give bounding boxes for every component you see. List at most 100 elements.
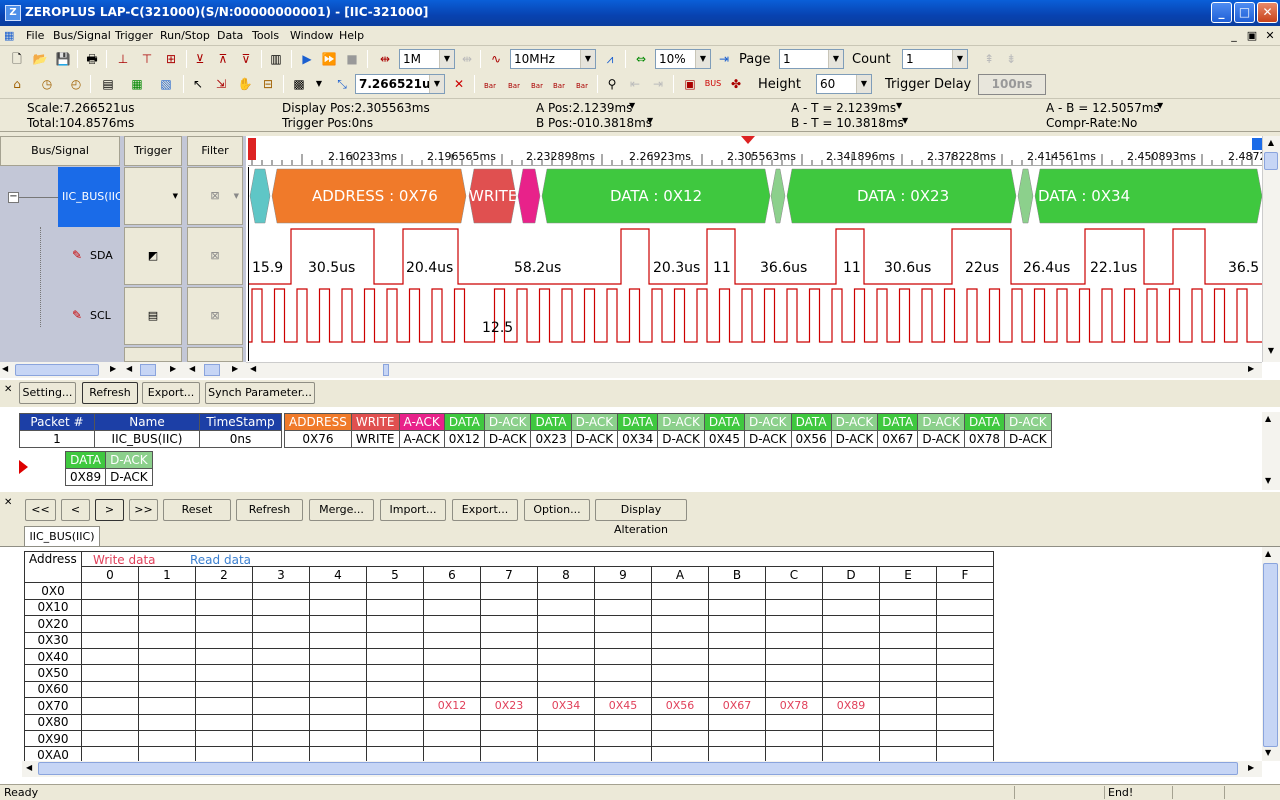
- field-header[interactable]: DATA: [443, 413, 485, 431]
- memory-depth-select[interactable]: 1M ▼: [399, 49, 455, 69]
- memory-cell[interactable]: [138, 582, 196, 600]
- scroll-left-icon[interactable]: ◀: [250, 364, 256, 373]
- memory-cell[interactable]: [423, 582, 481, 600]
- trigger-marker-icon[interactable]: [741, 136, 755, 144]
- memory-cell[interactable]: [252, 647, 310, 666]
- scroll-down-icon[interactable]: ▼: [1264, 346, 1278, 355]
- run-icon[interactable]: ▶: [298, 50, 316, 68]
- minimize-button[interactable]: _: [1211, 2, 1232, 23]
- col-trigger[interactable]: Trigger: [124, 136, 182, 166]
- col-packet-num[interactable]: Packet #: [19, 413, 95, 431]
- memory-cell[interactable]: [594, 598, 652, 617]
- b-t-text[interactable]: B - T = 10.3818ms: [791, 116, 904, 130]
- memory-cell[interactable]: [651, 713, 709, 731]
- memory-cell[interactable]: [81, 697, 139, 715]
- filter-scl-cell[interactable]: ⊠: [187, 287, 243, 345]
- memory-cell[interactable]: 0X56: [651, 697, 709, 715]
- field-value[interactable]: 0X45: [703, 430, 745, 448]
- memory-cell[interactable]: [423, 598, 481, 617]
- setting-button[interactable]: Setting...: [19, 382, 76, 404]
- memory-cell[interactable]: [708, 729, 766, 748]
- field-value[interactable]: 0X34: [617, 430, 659, 448]
- close-panel-icon[interactable]: ✕: [4, 384, 12, 395]
- memory-cell[interactable]: [309, 729, 367, 748]
- memory-cell[interactable]: [309, 582, 367, 600]
- chevron-down-icon[interactable]: ▼: [1157, 101, 1163, 110]
- memory-cell[interactable]: [81, 615, 139, 633]
- memory-cell[interactable]: [651, 729, 709, 748]
- trigger-sda-cell[interactable]: ◩: [124, 227, 182, 285]
- tab-iic-bus[interactable]: IIC_BUS(IIC): [24, 526, 100, 547]
- memory-cell[interactable]: [651, 647, 709, 666]
- search-prev-icon[interactable]: ⇤: [626, 75, 644, 93]
- field-header[interactable]: ADDRESS: [284, 413, 352, 431]
- count-select[interactable]: 1 ▼: [902, 49, 968, 69]
- memory-hscrollbar[interactable]: ◀ ▶: [22, 761, 1262, 777]
- menu-trigger[interactable]: Trigger: [115, 29, 153, 42]
- memory-cell[interactable]: [423, 713, 481, 731]
- chevron-down-icon[interactable]: ▼: [580, 50, 595, 68]
- filter-icon[interactable]: ⊻: [191, 50, 209, 68]
- memory-cell[interactable]: [309, 697, 367, 715]
- memory-cell[interactable]: [594, 631, 652, 649]
- chevron-down-icon[interactable]: ▼: [629, 101, 635, 110]
- memory-cell[interactable]: 0X12: [423, 697, 481, 715]
- field-value[interactable]: 0X56: [790, 430, 832, 448]
- memory-cell[interactable]: [708, 647, 766, 666]
- memory-cell[interactable]: [594, 664, 652, 682]
- field-value[interactable]: 0X78: [963, 430, 1006, 448]
- memory-cell[interactable]: [195, 713, 253, 731]
- memory-cell[interactable]: [651, 631, 709, 649]
- memory-cell[interactable]: [423, 664, 481, 682]
- b-pos-text[interactable]: B Pos:-010.3818ms: [536, 116, 652, 130]
- field-header[interactable]: WRITE: [350, 413, 400, 431]
- scroll-thumb[interactable]: [15, 364, 99, 376]
- trigger-percent-select[interactable]: 10% ▼: [655, 49, 711, 69]
- field-value[interactable]: D-ACK: [483, 430, 532, 448]
- col-name[interactable]: Name: [94, 413, 200, 431]
- field-value[interactable]: A-ACK: [398, 430, 445, 448]
- timer-icon[interactable]: ◴: [67, 75, 85, 93]
- print-icon[interactable]: 🖶: [83, 50, 101, 68]
- menu-tools[interactable]: Tools: [252, 29, 279, 42]
- scroll-up-icon[interactable]: ▲: [1264, 138, 1278, 147]
- field-header[interactable]: DATA: [877, 413, 919, 431]
- memory-cell[interactable]: [366, 680, 424, 699]
- memory-cell[interactable]: [423, 729, 481, 748]
- home-icon[interactable]: ⌂: [8, 75, 26, 93]
- pointer-icon[interactable]: ↖: [189, 75, 207, 93]
- memory-cell[interactable]: [252, 729, 310, 748]
- scroll-thumb[interactable]: [1263, 563, 1278, 747]
- scroll-thumb[interactable]: [204, 364, 220, 376]
- filter-sda-cell[interactable]: ⊠: [187, 227, 243, 285]
- memory-cell[interactable]: 0X78: [765, 697, 823, 715]
- merge-button[interactable]: Merge...: [309, 499, 374, 521]
- scroll-down-icon[interactable]: ▼: [1265, 748, 1271, 757]
- binoculars-icon[interactable]: ⚲: [603, 75, 621, 93]
- memory-cell[interactable]: [423, 631, 481, 649]
- memory-cell[interactable]: 0X89: [822, 697, 880, 715]
- memory-cell[interactable]: [195, 664, 253, 682]
- memory-cell[interactable]: [366, 697, 424, 715]
- field-value[interactable]: 0X89: [64, 468, 107, 486]
- field-header[interactable]: D-ACK: [105, 451, 153, 469]
- bar-add-icon[interactable]: Bar: [573, 75, 591, 93]
- memory-cell[interactable]: [936, 647, 994, 666]
- memory-cell[interactable]: [309, 713, 367, 731]
- menu-help[interactable]: Help: [339, 29, 364, 42]
- memory-cell[interactable]: [822, 598, 880, 617]
- select-icon[interactable]: ⇲: [212, 75, 230, 93]
- field-header[interactable]: A-ACK: [398, 413, 445, 431]
- memory-cell[interactable]: [195, 582, 253, 600]
- memory-cell[interactable]: [765, 729, 823, 748]
- a-b-text[interactable]: A - B = 12.5057ms: [1046, 101, 1160, 115]
- stop-icon[interactable]: ■: [343, 50, 361, 68]
- memory-cell[interactable]: [423, 615, 481, 633]
- cursor-b-marker[interactable]: [1252, 138, 1262, 150]
- signal-hscrollbar[interactable]: ◀ ▶ ◀ ▶ ◀ ▶: [0, 362, 246, 378]
- first-button[interactable]: <<: [25, 499, 56, 521]
- memory-cell[interactable]: [81, 647, 139, 666]
- grab-icon[interactable]: ⊟: [259, 75, 277, 93]
- memory-cell[interactable]: [480, 598, 538, 617]
- chevron-down-icon[interactable]: ▼: [896, 101, 902, 110]
